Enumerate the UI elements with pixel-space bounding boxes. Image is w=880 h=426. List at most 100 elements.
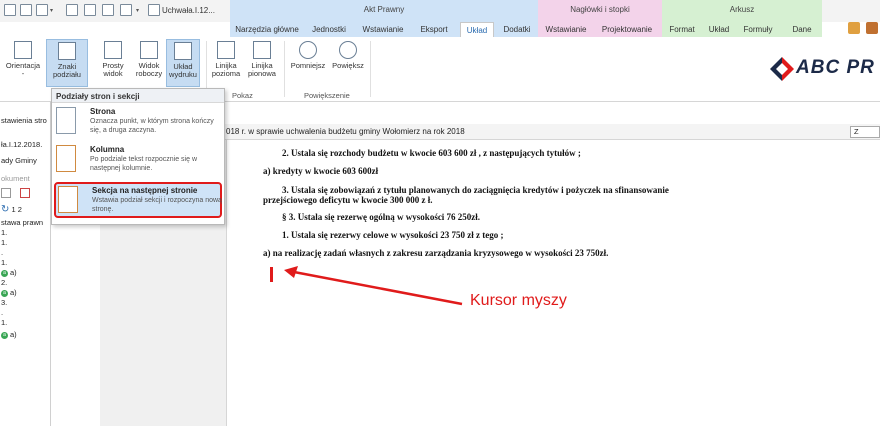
document-title: Uchwała.I.12... xyxy=(162,6,215,15)
zoom-in-icon xyxy=(339,41,357,59)
document-line: a) na realizację zadań własnych z zakres… xyxy=(263,248,609,258)
tree-item[interactable]: a a) xyxy=(1,288,17,297)
tree-item-label: a) xyxy=(10,268,17,277)
tab-jednostki[interactable]: Jednostki xyxy=(304,22,354,37)
document-line: 3. Ustala się zobowiązań z tytułu planow… xyxy=(282,185,669,195)
simple-view-icon xyxy=(104,41,122,59)
tree-item[interactable]: 1. xyxy=(1,258,7,267)
section-break-icon xyxy=(58,186,78,213)
panel-tool-icon[interactable] xyxy=(1,188,11,198)
dropdown-item-section-next-page[interactable]: Sekcja na następnej stronie Wstawia podz… xyxy=(54,182,222,218)
edit-doc-icon[interactable] xyxy=(102,4,114,16)
tree-item[interactable]: stawa prawn xyxy=(1,218,43,227)
refresh-pages[interactable]: ↻ 1 2 xyxy=(1,204,22,215)
text-cursor xyxy=(270,267,273,282)
button-label: Powiększ xyxy=(332,61,364,70)
tree-item[interactable]: 1. xyxy=(1,238,7,247)
tab-eksport[interactable]: Eksport xyxy=(412,22,456,37)
page-breaks-button[interactable]: Znaki podziału xyxy=(46,39,88,87)
new-doc-icon[interactable] xyxy=(66,4,78,16)
simple-view-button[interactable]: Prosty widok xyxy=(96,39,130,87)
settings-icon[interactable] xyxy=(866,22,878,34)
abc-logo: ABC PR xyxy=(768,54,880,84)
page-break-icon xyxy=(56,107,76,134)
tree-item[interactable]: . xyxy=(1,248,3,257)
horizontal-ruler-button[interactable]: Linijka pozioma xyxy=(208,39,244,87)
print-layout-button[interactable]: Układ wydruku xyxy=(166,39,200,87)
tree-item[interactable]: 2. xyxy=(1,278,7,287)
button-sublabel: podziału xyxy=(53,70,81,79)
green-item-icon: a xyxy=(1,289,8,297)
document-line: § 3. Ustala się rezerwę ogólną w wysokoś… xyxy=(282,212,481,222)
item-title: Sekcja na następnej stronie xyxy=(92,186,198,195)
button-sublabel: widok xyxy=(103,69,123,78)
button-sublabel: pionowa xyxy=(248,69,276,78)
context-title: Arkusz xyxy=(729,5,755,14)
button-sublabel: - xyxy=(21,69,25,78)
tree-item[interactable]: 3. xyxy=(1,298,7,307)
draft-view-icon xyxy=(140,41,158,59)
tree-item-label: a) xyxy=(10,288,17,297)
item-title: Strona xyxy=(90,107,116,116)
document-line: 2. Ustala się rozchody budżetu w kwocie … xyxy=(282,148,581,158)
dropdown-item-column[interactable]: Kolumna Po podziale tekst rozpocznie się… xyxy=(54,143,222,179)
panel-tool-icon[interactable] xyxy=(20,188,30,198)
context-title: Akt Prawny xyxy=(363,5,405,14)
logo-text: ABC PR xyxy=(796,57,875,78)
tab-narzedzia-glowne[interactable]: Narzędzia główne xyxy=(232,22,302,37)
document-line: 1. Ustala się rezerwy celowe w wysokości… xyxy=(282,230,504,240)
draft-view-button[interactable]: Widok roboczy xyxy=(132,39,166,87)
group-label-powiekszenie: Powiększenie xyxy=(304,91,350,100)
zoom-dropdown[interactable]: Z xyxy=(850,126,880,138)
button-sublabel: roboczy xyxy=(135,69,163,78)
tree-item[interactable]: 1. xyxy=(1,318,7,327)
panel-text: stawienia stro xyxy=(1,116,47,125)
item-description: Wstawia podział sekcji i rozpoczyna nową… xyxy=(92,197,222,213)
tab-format[interactable]: Format xyxy=(664,22,700,37)
copy-icon[interactable] xyxy=(20,4,32,16)
ribbon-separator xyxy=(370,41,371,97)
tab-uklad-arkusz[interactable]: Układ xyxy=(704,22,734,37)
page-numbers: 1 2 xyxy=(11,205,22,214)
tab-formuly[interactable]: Formuły xyxy=(736,22,780,37)
dropdown-item-page[interactable]: Strona Oznacza punkt, w którym strona ko… xyxy=(54,105,222,141)
item-title: Kolumna xyxy=(90,145,125,154)
print-layout-icon xyxy=(174,42,192,60)
tab-uklad[interactable]: Układ xyxy=(460,22,494,37)
zoom-out-button[interactable]: Pomniejsz xyxy=(288,39,328,87)
tree-item[interactable]: a a) xyxy=(1,268,17,277)
button-sublabel: wydruku xyxy=(169,70,197,79)
zoom-in-button[interactable]: Powiększ xyxy=(330,39,366,87)
button-sublabel: pozioma xyxy=(211,69,241,78)
orientation-icon xyxy=(14,41,32,59)
context-title: Nagłówki i stopki xyxy=(570,5,630,14)
annotation-arrow-icon xyxy=(284,266,463,306)
item-description: Oznacza punkt, w którym strona kończy si… xyxy=(90,118,214,134)
vertical-ruler-button[interactable]: Linijka pionowa xyxy=(244,39,280,87)
annotation-label: Kursor myszy xyxy=(470,292,567,309)
orientation-button[interactable]: Orientacja - xyxy=(2,39,44,87)
refresh-icon: ↻ xyxy=(1,204,10,215)
document-header-bar: 018 r. w sprawie uchwalenia budżetu gmin… xyxy=(222,124,880,140)
tab-projektowanie[interactable]: Projektowanie xyxy=(594,22,660,37)
open-doc-icon[interactable] xyxy=(84,4,96,16)
tree-item[interactable]: a a) xyxy=(1,330,17,339)
left-navigation-panel: stawienia stro ła.I.12.2018. ady Gminy o… xyxy=(0,102,51,426)
qa-more-icon[interactable]: ▾ xyxy=(136,8,142,14)
tab-wstawianie-naglowki[interactable]: Wstawianie xyxy=(540,22,592,37)
document-header-title: 018 r. w sprawie uchwalenia budżetu gmin… xyxy=(226,127,465,136)
tree-item[interactable]: . xyxy=(1,308,3,317)
vertical-ruler-icon xyxy=(253,41,271,59)
tab-wstawianie[interactable]: Wstawianie xyxy=(356,22,410,37)
print-icon[interactable] xyxy=(36,4,48,16)
export-doc-icon[interactable] xyxy=(120,4,132,16)
page-breaks-dropdown: Podziały stron i sekcji Strona Oznacza p… xyxy=(51,88,225,225)
tab-dane[interactable]: Dane xyxy=(784,22,820,37)
save-icon[interactable] xyxy=(4,4,16,16)
qa-dropdown-icon[interactable]: ▾ xyxy=(50,8,56,14)
search-input[interactable]: okument xyxy=(1,174,30,183)
help-icon[interactable] xyxy=(848,22,860,34)
tree-item[interactable]: 1. xyxy=(1,228,7,237)
tab-dodatki[interactable]: Dodatki xyxy=(498,22,536,37)
logo-mark-icon xyxy=(770,57,794,81)
